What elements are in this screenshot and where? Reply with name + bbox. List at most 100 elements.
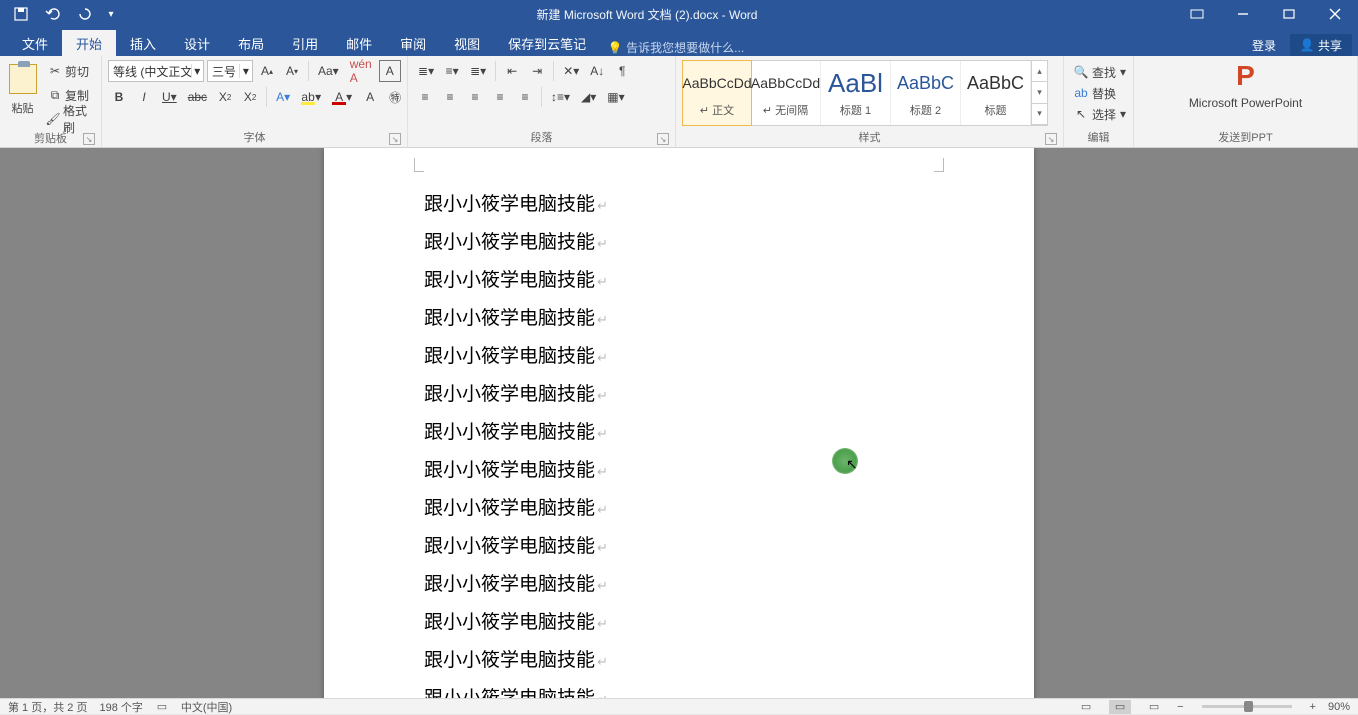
shading-button[interactable]: ◢▾ — [577, 86, 600, 108]
styles-dialog-launcher-icon[interactable]: ↘ — [1045, 133, 1057, 145]
char-shading-button[interactable]: A — [359, 86, 381, 108]
web-layout-button[interactable]: ▭ — [1143, 700, 1165, 714]
justify-button[interactable]: ≡ — [489, 86, 511, 108]
save-icon[interactable] — [6, 2, 36, 26]
highlight-button[interactable]: ab▾ — [297, 86, 325, 108]
styles-gallery[interactable]: AaBbCcDd↵ 正文 AaBbCcDd↵ 无间隔 AaBl标题 1 AaBb… — [682, 60, 1048, 126]
zoom-level[interactable]: 90% — [1328, 701, 1350, 713]
distribute-button[interactable]: ≡ — [514, 86, 536, 108]
increase-indent-button[interactable]: ⇥ — [526, 60, 548, 82]
minimize-icon[interactable] — [1220, 0, 1266, 28]
status-lang[interactable]: 中文(中国) — [181, 699, 232, 715]
tab-references[interactable]: 引用 — [278, 30, 332, 56]
document-line[interactable]: 跟小小筱学电脑技能↵ — [424, 642, 934, 680]
document-line[interactable]: 跟小小筱学电脑技能↵ — [424, 414, 934, 452]
redo-icon[interactable] — [70, 2, 100, 26]
zoom-out-button[interactable]: − — [1177, 701, 1183, 713]
share-button[interactable]: 👤 共享 — [1290, 34, 1352, 56]
zoom-slider-knob[interactable] — [1244, 701, 1253, 712]
undo-icon[interactable] — [38, 2, 68, 26]
borders-button[interactable]: ▦▾ — [603, 86, 628, 108]
document-line[interactable]: 跟小小筱学电脑技能↵ — [424, 224, 934, 262]
status-page[interactable]: 第 1 页，共 2 页 — [8, 699, 87, 715]
login-button[interactable]: 登录 — [1242, 34, 1286, 56]
font-color-button[interactable]: A▾ — [328, 86, 356, 108]
tab-home[interactable]: 开始 — [62, 30, 116, 56]
tab-review[interactable]: 审阅 — [386, 30, 440, 56]
shrink-font-button[interactable]: A▾ — [281, 60, 303, 82]
document-content[interactable]: 跟小小筱学电脑技能↵跟小小筱学电脑技能↵跟小小筱学电脑技能↵跟小小筱学电脑技能↵… — [324, 148, 1034, 698]
enclose-char-button[interactable]: ㊕ — [384, 86, 406, 108]
document-line[interactable]: 跟小小筱学电脑技能↵ — [424, 376, 934, 414]
styles-scroll[interactable]: ▴▾▾ — [1031, 61, 1047, 125]
document-line[interactable]: 跟小小筱学电脑技能↵ — [424, 528, 934, 566]
tab-save-cloud[interactable]: 保存到云笔记 — [494, 30, 600, 56]
change-case-button[interactable]: Aa▾ — [314, 60, 343, 82]
zoom-in-button[interactable]: + — [1310, 701, 1316, 713]
character-border-button[interactable]: A — [379, 60, 401, 82]
tab-view[interactable]: 视图 — [440, 30, 494, 56]
strikethrough-button[interactable]: abc — [184, 86, 211, 108]
ribbon-display-icon[interactable] — [1174, 0, 1220, 28]
italic-button[interactable]: I — [133, 86, 155, 108]
decrease-indent-button[interactable]: ⇤ — [501, 60, 523, 82]
style-title[interactable]: AaBbC标题 — [961, 61, 1031, 125]
font-dialog-launcher-icon[interactable]: ↘ — [389, 133, 401, 145]
tab-file[interactable]: 文件 — [8, 30, 62, 56]
align-right-button[interactable]: ≡ — [464, 86, 486, 108]
paste-button[interactable]: 粘贴 — [6, 60, 39, 126]
numbering-button[interactable]: ≡▾ — [441, 60, 463, 82]
document-line[interactable]: 跟小小筱学电脑技能↵ — [424, 490, 934, 528]
send-to-ppt-button[interactable]: P Microsoft PowerPoint — [1181, 60, 1311, 110]
line-spacing-button[interactable]: ↕≡▾ — [547, 86, 574, 108]
tab-layout[interactable]: 布局 — [224, 30, 278, 56]
replace-button[interactable]: ab替换 — [1070, 83, 1130, 103]
bullets-button[interactable]: ≣▾ — [414, 60, 438, 82]
status-words[interactable]: 198 个字 — [99, 699, 142, 715]
paragraph-dialog-launcher-icon[interactable]: ↘ — [657, 133, 669, 145]
bold-button[interactable]: B — [108, 86, 130, 108]
document-line[interactable]: 跟小小筱学电脑技能↵ — [424, 566, 934, 604]
text-effects-button[interactable]: A▾ — [272, 86, 294, 108]
document-line[interactable]: 跟小小筱学电脑技能↵ — [424, 680, 934, 698]
document-line[interactable]: 跟小小筱学电脑技能↵ — [424, 186, 934, 224]
align-left-button[interactable]: ≡ — [414, 86, 436, 108]
sort-button[interactable]: A↓ — [586, 60, 608, 82]
text-direction-button[interactable]: ✕▾ — [559, 60, 583, 82]
zoom-slider[interactable] — [1202, 705, 1292, 708]
tab-insert[interactable]: 插入 — [116, 30, 170, 56]
show-marks-button[interactable]: ¶ — [611, 60, 633, 82]
tell-me[interactable]: 💡 告诉我您想要做什么... — [608, 39, 744, 56]
superscript-button[interactable]: X2 — [239, 86, 261, 108]
phonetic-guide-button[interactable]: wénA — [346, 60, 376, 82]
document-line[interactable]: 跟小小筱学电脑技能↵ — [424, 452, 934, 490]
underline-button[interactable]: U▾ — [158, 86, 181, 108]
font-name-select[interactable]: 等线 (中文正文)▾ — [108, 60, 204, 82]
tab-design[interactable]: 设计 — [170, 30, 224, 56]
scroll-more-icon[interactable]: ▾ — [1032, 104, 1047, 125]
subscript-button[interactable]: X2 — [214, 86, 236, 108]
multilevel-button[interactable]: ≣▾ — [466, 60, 490, 82]
document-line[interactable]: 跟小小筱学电脑技能↵ — [424, 604, 934, 642]
align-center-button[interactable]: ≡ — [439, 86, 461, 108]
style-normal[interactable]: AaBbCcDd↵ 正文 — [682, 60, 752, 126]
scroll-up-icon[interactable]: ▴ — [1032, 61, 1047, 82]
cut-button[interactable]: ✂剪切 — [42, 60, 95, 82]
document-line[interactable]: 跟小小筱学电脑技能↵ — [424, 262, 934, 300]
font-size-select[interactable]: 三号▾ — [207, 60, 253, 82]
page[interactable]: 跟小小筱学电脑技能↵跟小小筱学电脑技能↵跟小小筱学电脑技能↵跟小小筱学电脑技能↵… — [324, 148, 1034, 698]
select-button[interactable]: ↖选择 ▾ — [1070, 104, 1130, 124]
print-layout-button[interactable]: ▭ — [1109, 700, 1131, 714]
spellcheck-icon[interactable]: ▭ — [155, 700, 169, 714]
document-line[interactable]: 跟小小筱学电脑技能↵ — [424, 338, 934, 376]
scroll-down-icon[interactable]: ▾ — [1032, 82, 1047, 103]
grow-font-button[interactable]: A▴ — [256, 60, 278, 82]
tab-mailings[interactable]: 邮件 — [332, 30, 386, 56]
style-heading2[interactable]: AaBbC标题 2 — [891, 61, 961, 125]
find-button[interactable]: 🔍查找 ▾ — [1070, 62, 1130, 82]
maximize-icon[interactable] — [1266, 0, 1312, 28]
style-heading1[interactable]: AaBl标题 1 — [821, 61, 891, 125]
format-painter-button[interactable]: 🖌格式刷 — [42, 108, 95, 130]
style-no-spacing[interactable]: AaBbCcDd↵ 无间隔 — [751, 61, 821, 125]
document-line[interactable]: 跟小小筱学电脑技能↵ — [424, 300, 934, 338]
